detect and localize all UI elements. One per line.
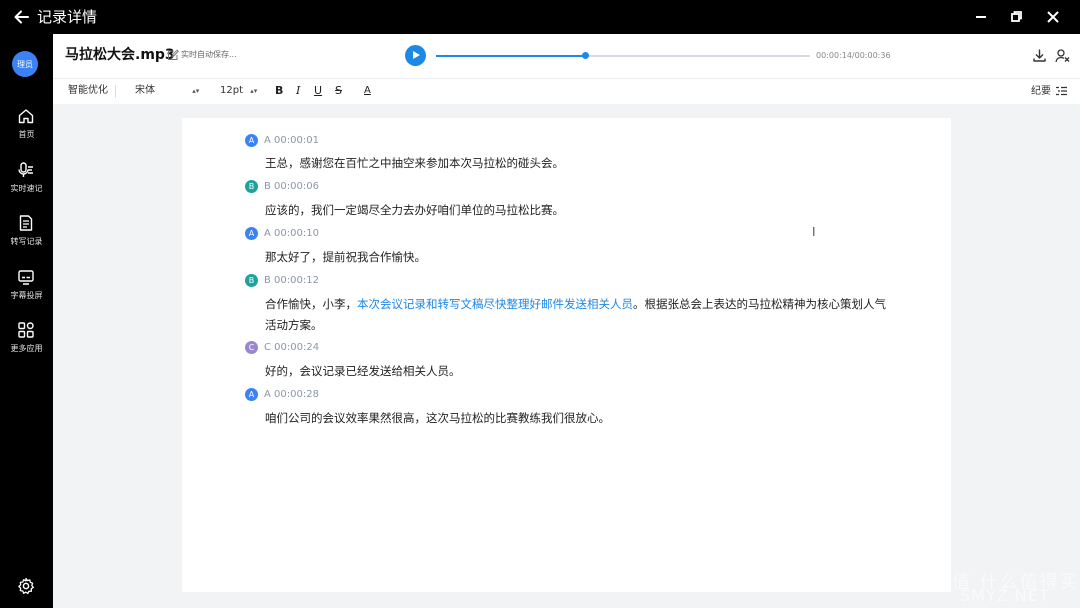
transcript-text[interactable]: 应该的，我们一定竭尽全力去办好咱们单位的马拉松比赛。 — [265, 200, 895, 221]
progress-track[interactable] — [436, 52, 810, 59]
gear-icon[interactable] — [16, 576, 36, 596]
speaker-badge[interactable]: B — [245, 274, 258, 287]
font-color-button[interactable]: A — [364, 84, 371, 98]
transcript-text[interactable]: 合作愉快，小李，本次会议记录和转写文稿尽快整理好邮件发送相关人员。根据张总会上表… — [265, 294, 895, 336]
timestamp[interactable]: A 00:00:28 — [264, 388, 319, 401]
microphone-icon — [18, 162, 33, 177]
sidebar-item-live-record[interactable]: 实时速记 — [0, 161, 53, 207]
smart-optimize-button[interactable]: 智能优化 — [68, 84, 108, 98]
summary-label: 纪要 — [1031, 86, 1051, 97]
window-title: 记录详情 — [37, 8, 98, 26]
bold-button[interactable]: B — [275, 84, 283, 98]
chevron-updown-icon: ▴▾ — [192, 87, 200, 95]
format-toolbar: 智能优化 宋体 ▴▾ 12pt ▴▾ B I U S A 纪要 — [53, 78, 1080, 104]
timestamp[interactable]: A 00:00:10 — [264, 227, 319, 240]
speaker-badge[interactable]: A — [245, 227, 258, 240]
title-bar: 记录详情 — [0, 0, 1080, 34]
apps-grid-icon — [18, 322, 34, 338]
sidebar-item-label: 更多应用 — [10, 344, 43, 353]
watermark: 值 什么值得买 SMYZ.NET — [910, 564, 1080, 608]
font-size-value: 12pt — [220, 85, 243, 96]
list-icon — [1056, 86, 1068, 96]
sidebar-item-label: 实时速记 — [10, 184, 43, 193]
play-button[interactable] — [405, 45, 426, 66]
timestamp[interactable]: B 00:00:06 — [264, 180, 319, 193]
chevron-updown-icon: ▴▾ — [250, 87, 258, 95]
file-title[interactable]: 马拉松大会.mp3 — [65, 45, 175, 65]
home-icon — [18, 109, 34, 124]
text-cursor-icon: I — [812, 225, 816, 239]
font-family-select[interactable]: 宋体 ▴▾ — [135, 84, 199, 98]
sidebar-item-transcripts[interactable]: 转写记录 — [0, 214, 53, 260]
document-icon — [19, 215, 33, 231]
back-arrow-icon[interactable] — [12, 7, 32, 27]
download-icon[interactable] — [1032, 48, 1047, 63]
progress-fill — [436, 55, 586, 57]
transcript-text[interactable]: 咱们公司的会议效率果然很高，这次马拉松的比赛教练我们很放心。 — [265, 408, 895, 429]
close-button[interactable] — [1043, 7, 1063, 27]
sidebar-item-label: 字幕投屏 — [10, 291, 43, 300]
transcript-text[interactable]: 那太好了，提前祝我合作愉快。 — [265, 247, 895, 268]
sidebar-item-more-apps[interactable]: 更多应用 — [0, 321, 53, 367]
sidebar-item-subtitles[interactable]: 字幕投屏 — [0, 268, 53, 314]
progress-handle[interactable] — [582, 52, 590, 59]
speaker-badge[interactable]: A — [245, 388, 258, 401]
font-size-select[interactable]: 12pt ▴▾ — [220, 84, 257, 98]
speaker-badge[interactable]: C — [245, 341, 258, 354]
transcript-document[interactable]: A A 00:00:01 王总，感谢您在百忙之中抽空来参加本次马拉松的碰头会。 … — [182, 118, 951, 592]
playback-time: 00:00:14/00:00:36 — [816, 51, 891, 60]
toolbar-divider — [115, 85, 116, 98]
highlighted-text[interactable]: 本次会议记录和转写文稿尽快整理好邮件发送相关人员 — [357, 297, 633, 311]
header: 马拉松大会.mp3 实时自动保存... 00:00:14/00:00:36 — [53, 34, 1080, 78]
edit-icon[interactable] — [167, 49, 179, 61]
speaker-recognition-icon[interactable] — [1055, 48, 1070, 63]
transcript-text[interactable]: 王总，感谢您在百忙之中抽空来参加本次马拉松的碰头会。 — [265, 153, 895, 174]
strikethrough-button[interactable]: S — [335, 84, 342, 98]
transcript-text[interactable]: 好的，会议记录已经发送给相关人员。 — [265, 361, 895, 382]
sidebar-item-home[interactable]: 首页 — [0, 107, 53, 153]
timestamp[interactable]: B 00:00:12 — [264, 274, 319, 287]
font-family-value: 宋体 — [135, 85, 155, 96]
restore-button[interactable] — [1006, 7, 1026, 27]
text-segment: 合作愉快，小李， — [265, 297, 357, 311]
summary-button[interactable]: 纪要 — [1031, 84, 1068, 99]
speaker-badge[interactable]: A — [245, 134, 258, 147]
autosave-status: 实时自动保存... — [181, 50, 237, 59]
avatar[interactable]: 理员 — [12, 51, 38, 77]
sidebar-item-label: 首页 — [18, 130, 35, 139]
underline-button[interactable]: U — [314, 84, 322, 98]
sidebar-item-label: 转写记录 — [10, 237, 43, 246]
watermark-url: SMYZ.NET — [960, 586, 1050, 605]
italic-button[interactable]: I — [296, 84, 300, 98]
screen-cast-icon — [18, 270, 34, 285]
sidebar: 理员 首页 实时速记 转写记录 字幕投屏 更多应用 — [0, 34, 53, 608]
timestamp[interactable]: C 00:00:24 — [264, 341, 319, 354]
main-area: 马拉松大会.mp3 实时自动保存... 00:00:14/00:00:36 智能… — [53, 34, 1080, 608]
timestamp[interactable]: A 00:00:01 — [264, 134, 319, 147]
minimize-button[interactable] — [971, 7, 991, 27]
speaker-badge[interactable]: B — [245, 180, 258, 193]
